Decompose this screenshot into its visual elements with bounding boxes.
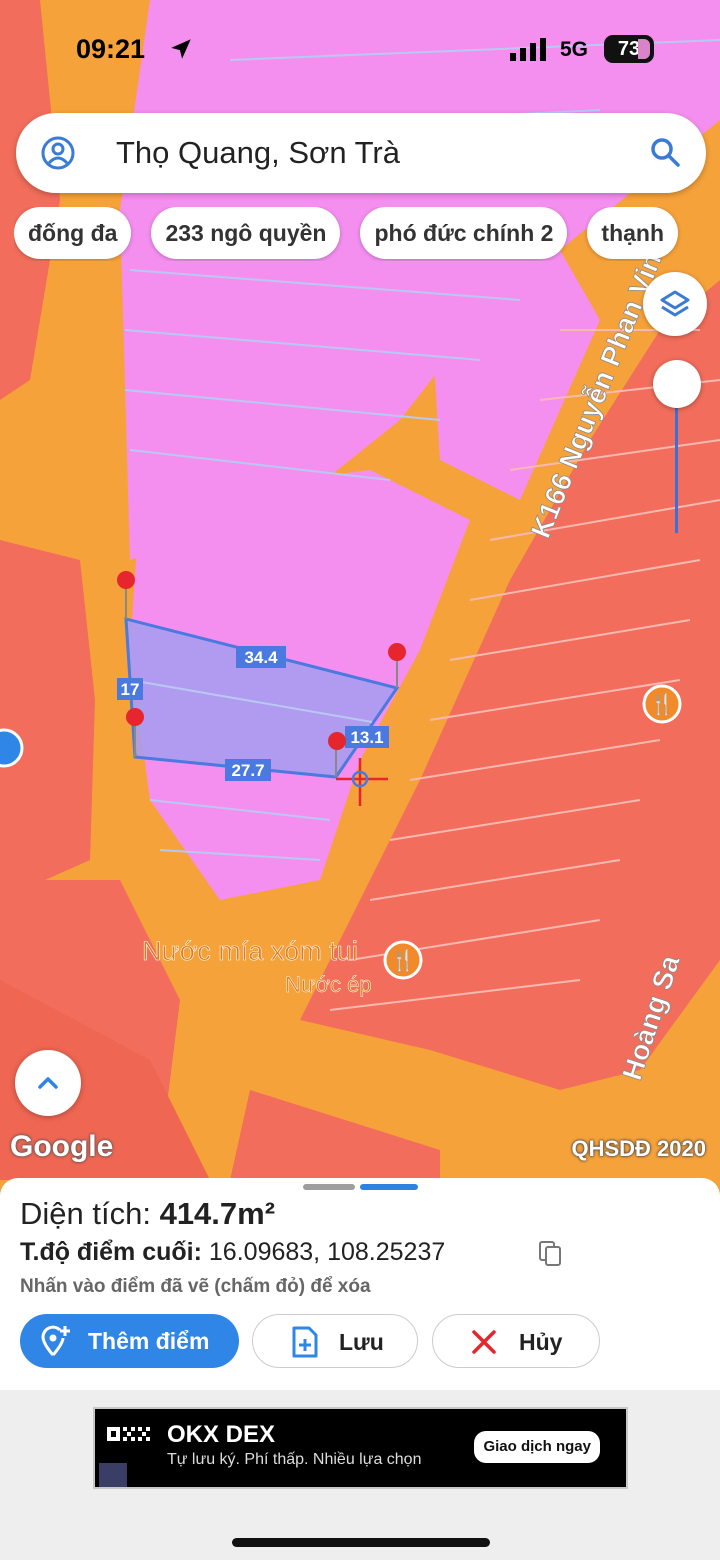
chip-dong-da[interactable]: đống đa [14,207,132,259]
network-type: 5G [560,38,589,61]
area-label: Diện tích: [20,1196,151,1231]
account-icon[interactable] [40,135,76,171]
add-point-button[interactable]: Thêm điểm [20,1314,239,1368]
ad-banner[interactable]: OKX DEX Tự lưu ký. Phí thấp. Nhiều lựa c… [93,1407,628,1489]
ad-subtitle: Tự lưu ký. Phí thấp. Nhiều lựa chọn [167,1451,422,1468]
measure-bottom: 27.7 [231,761,264,780]
measure-left: 17 [121,680,140,699]
cancel-button[interactable]: Hủy [432,1314,600,1368]
coord-row: T.độ điểm cuối: 16.09683, 108.25237 [20,1238,445,1267]
ad-title: OKX DEX [167,1421,276,1448]
measure-top: 34.4 [244,648,278,667]
delete-hint: Nhấn vào điểm đã vẽ (chấm đỏ) để xóa [20,1276,371,1297]
location-arrow-icon [171,39,191,59]
home-indicator[interactable] [232,1538,490,1547]
add-point-label: Thêm điểm [88,1328,210,1354]
area-row: Diện tích: 414.7m² [20,1196,275,1232]
save-button[interactable]: Lưu [252,1314,418,1368]
map-layer-label: QHSDĐ 2020 [571,1136,706,1161]
status-time: 09:21 [76,34,146,64]
battery-level: 73 [617,38,641,60]
svg-text:🍴: 🍴 [391,948,416,972]
close-icon [472,1330,496,1354]
search-bar[interactable]: Thọ Quang, Sơn Trà [16,113,706,193]
opacity-slider-knob[interactable] [653,360,701,408]
restaurant-icon[interactable]: 🍴 [642,684,682,724]
chevron-up-icon [38,1077,58,1089]
copy-icon[interactable] [538,1240,564,1268]
measurement-panel: Diện tích: 414.7m² T.độ điểm cuối: 16.09… [0,1178,720,1390]
status-bar: 09:21 5G 73 [0,0,720,100]
shop-icon[interactable] [0,728,24,768]
layers-icon [660,290,690,317]
search-query[interactable]: Thọ Quang, Sơn Trà [116,135,400,171]
google-logo: Google [10,1130,114,1163]
chip-233-ngo-quyen[interactable]: 233 ngô quyền [151,207,341,259]
sheet-handle[interactable] [303,1184,355,1190]
area-value: 414.7m² [159,1196,276,1231]
ad-cta-button[interactable]: Giao dịch ngay [474,1431,600,1463]
expand-button[interactable] [15,1050,81,1116]
chip-pho-duc-chinh-2[interactable]: phó đức chính 2 [360,207,568,259]
layers-button[interactable] [643,272,707,336]
okx-logo-icon [107,1427,150,1441]
suggestion-chips: đống đa 233 ngô quyền phó đức chính 2 thạnh [14,207,720,261]
coord-value: 16.09683, 108.25237 [208,1238,446,1266]
restaurant-icon[interactable]: 🍴 [383,940,423,980]
save-file-icon [292,1326,318,1358]
search-icon[interactable] [648,135,682,169]
sheet-handle-active[interactable] [360,1184,418,1190]
svg-text:🍴: 🍴 [650,692,675,716]
poi-category: Nước ép [285,972,372,997]
measure-right: 13.1 [350,728,383,747]
coord-label: T.độ điểm cuối: [20,1238,202,1266]
cancel-label: Hủy [519,1329,563,1355]
poi-name[interactable]: Nước mía xóm tui [142,936,358,967]
chip-thanh[interactable]: thạnh [587,207,679,259]
save-label: Lưu [339,1329,384,1355]
signal-icon [510,38,546,61]
add-location-icon [41,1325,70,1357]
battery-icon: 73 [604,35,654,63]
ad-play-icon [99,1463,127,1487]
